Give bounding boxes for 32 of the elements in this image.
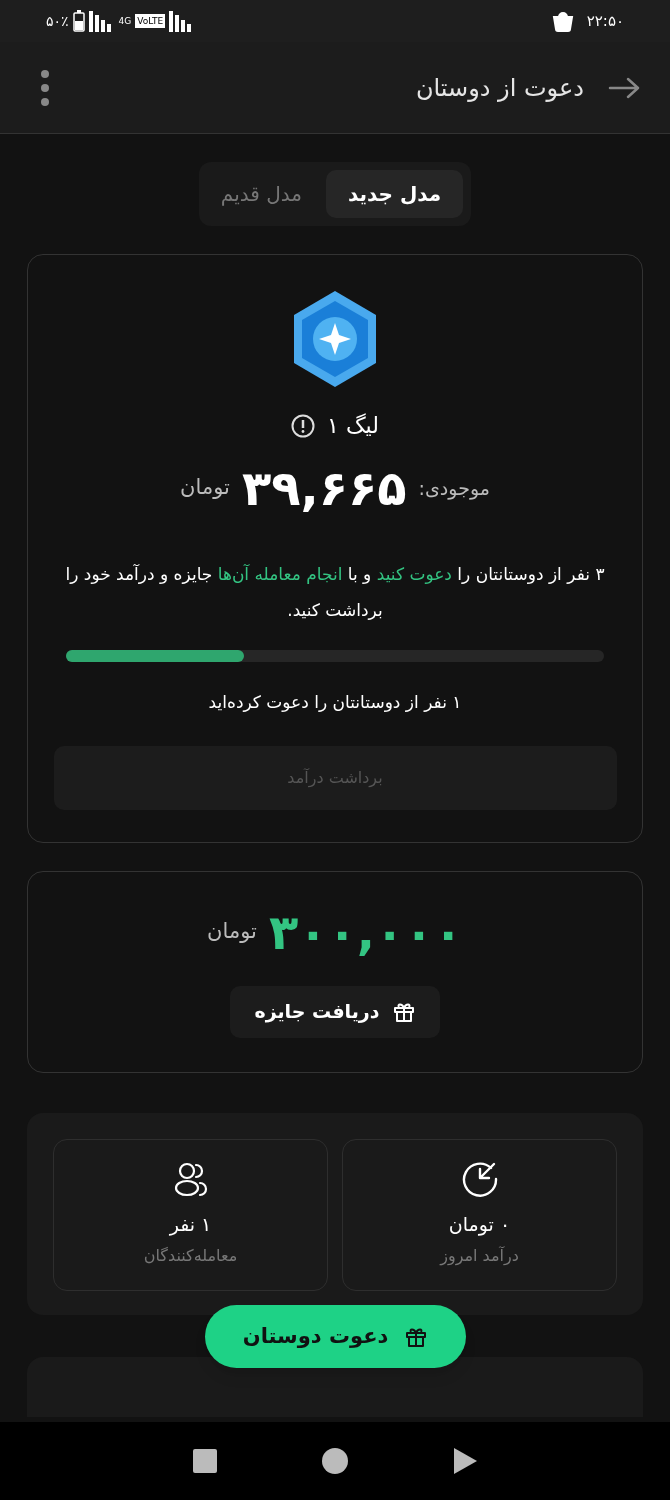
- text-link[interactable]: انجام معامله آن‌ها: [217, 564, 343, 584]
- model-tab[interactable]: مدل قدیم: [206, 170, 316, 218]
- clock-time: ۲۲:۵۰: [586, 10, 624, 32]
- stat-value: ۱ نفر: [169, 1211, 212, 1238]
- more-options-icon[interactable]: [40, 68, 50, 107]
- league-name: لیگ ۱: [327, 412, 379, 440]
- battery-percent: ۵۰٪: [46, 11, 69, 31]
- back-icon[interactable]: [452, 1447, 479, 1475]
- balance-label: موجودی:: [418, 475, 490, 502]
- stat-value: ۰ تومان: [448, 1211, 511, 1238]
- volte-badge: VoLTE: [135, 14, 166, 28]
- text-link[interactable]: دعوت کنید: [376, 564, 452, 584]
- model-tab[interactable]: مدل جدید: [325, 170, 464, 218]
- battery-icon: [72, 10, 85, 32]
- shopping-bag-icon: [550, 10, 575, 32]
- invite-description: ۳ نفر از دوستانتان را دعوت کنید و با انجام معامله آن‌ها جایزه و درآمد خود را برداشت کنید.: [64, 563, 606, 622]
- balance-amount: ۳۹,۶۶۵: [241, 464, 407, 512]
- stat-label: درآمد امروز: [440, 1245, 519, 1268]
- network-type: 4G: [118, 16, 132, 26]
- invite-count-text: ۱ نفر از دوستانتان را دعوت کرده‌اید: [208, 691, 462, 714]
- info-icon[interactable]: [291, 413, 316, 438]
- home-icon[interactable]: [321, 1447, 349, 1475]
- stat-label: معامله‌کنندگان: [143, 1245, 238, 1267]
- claim-reward-button[interactable]: دریافت جایزه: [230, 985, 440, 1038]
- page-title: دعوت از دوستان: [415, 72, 584, 104]
- clock-arrow-icon: [460, 1159, 499, 1198]
- currency-label: تومان: [207, 917, 257, 945]
- recents-icon[interactable]: [191, 1448, 218, 1474]
- back-arrow-icon[interactable]: [608, 76, 640, 99]
- currency-label: تومان: [180, 474, 230, 502]
- invite-friends-button[interactable]: دعوت دوستان: [205, 1305, 466, 1368]
- reward-amount: ۳۰۰,۰۰۰: [268, 907, 463, 956]
